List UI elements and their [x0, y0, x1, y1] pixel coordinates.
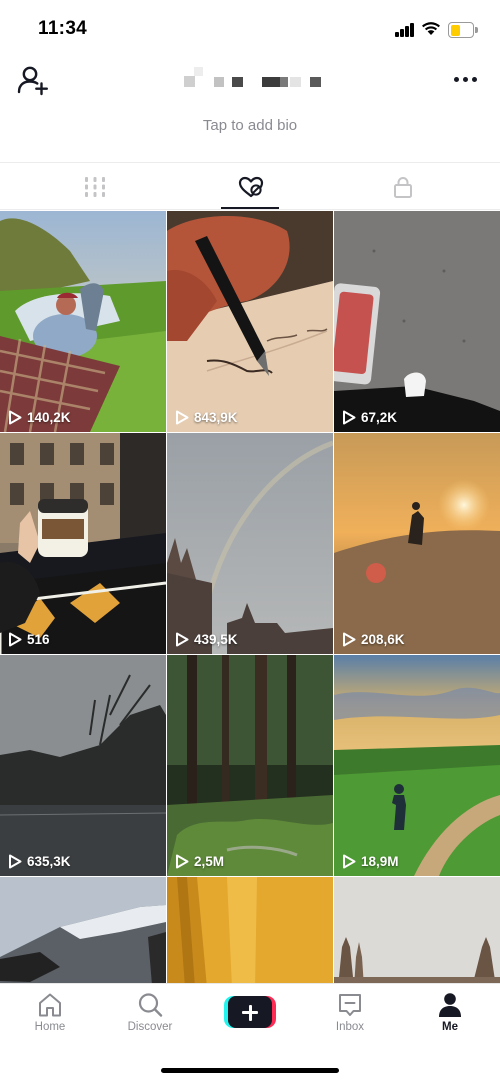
play-icon: [343, 854, 356, 868]
add-bio-link[interactable]: Tap to add bio: [0, 117, 500, 134]
video-thumbnail[interactable]: 843,9K: [167, 211, 333, 432]
video-thumbnail-image: [167, 877, 333, 983]
more-options-button[interactable]: [452, 70, 480, 88]
play-icon: [176, 632, 189, 646]
video-thumbnail[interactable]: 208,6K: [334, 433, 500, 654]
view-count-label: 2,5M: [194, 853, 225, 869]
play-icon: [9, 854, 22, 868]
video-thumbnail[interactable]: 2,5M: [167, 655, 333, 876]
nav-discover[interactable]: Discover: [100, 992, 200, 1044]
view-count: 516: [8, 631, 50, 647]
video-thumbnail-image: [0, 211, 166, 432]
home-indicator: [161, 1068, 339, 1073]
nav-home[interactable]: Home: [0, 992, 100, 1044]
play-icon: [9, 632, 22, 646]
cellular-signal-icon: [395, 23, 415, 37]
video-thumbnail-image: [334, 655, 500, 876]
video-thumbnail[interactable]: [0, 877, 166, 983]
play-icon: [343, 632, 356, 646]
video-thumbnail[interactable]: [334, 877, 500, 983]
tab-videos[interactable]: [0, 163, 166, 210]
liked-videos-grid: 140,2K 843,9K 67,2K 516 439,5K 208,6K 63…: [0, 211, 500, 983]
view-count-label: 67,2K: [361, 409, 398, 425]
create-video-button[interactable]: [224, 996, 276, 1028]
view-count: 843,9K: [175, 409, 238, 425]
lock-icon: [394, 177, 412, 198]
liked-heart-icon: [238, 176, 264, 198]
video-thumbnail-image: [167, 655, 333, 876]
view-count-label: 140,2K: [27, 409, 71, 425]
nav-me[interactable]: Me: [400, 992, 500, 1044]
username-pixelated: [184, 67, 324, 91]
home-icon: [39, 993, 61, 1017]
nav-inbox[interactable]: Inbox: [300, 992, 400, 1044]
view-count: 439,5K: [175, 631, 238, 647]
video-thumbnail[interactable]: 67,2K: [334, 211, 500, 432]
video-thumbnail-image: [334, 433, 500, 654]
video-thumbnail-image: [167, 433, 333, 654]
view-count: 208,6K: [342, 631, 405, 647]
video-thumbnail[interactable]: 18,9M: [334, 655, 500, 876]
play-icon: [176, 854, 189, 868]
video-thumbnail[interactable]: 635,3K: [0, 655, 166, 876]
video-thumbnail[interactable]: 140,2K: [0, 211, 166, 432]
video-thumbnail-image: [0, 655, 166, 876]
view-count-label: 18,9M: [361, 853, 399, 869]
inbox-icon: [339, 994, 361, 1016]
divider: [0, 209, 500, 210]
profile-tabs: [0, 163, 500, 210]
wifi-icon: [422, 22, 440, 35]
profile-icon: [439, 993, 461, 1017]
view-count-label: 439,5K: [194, 631, 238, 647]
view-count: 635,3K: [8, 853, 71, 869]
video-thumbnail[interactable]: 516: [0, 433, 166, 654]
view-count: 2,5M: [175, 853, 224, 869]
video-thumbnail-image: [334, 211, 500, 432]
play-icon: [176, 410, 189, 424]
view-count: 67,2K: [342, 409, 397, 425]
nav-inbox-label: Inbox: [335, 1021, 365, 1033]
view-count-label: 843,9K: [194, 409, 238, 425]
grid-icon: [85, 177, 105, 197]
view-count-label: 635,3K: [27, 853, 71, 869]
video-thumbnail[interactable]: [167, 877, 333, 983]
view-count-label: 208,6K: [361, 631, 405, 647]
tab-liked[interactable]: [167, 163, 333, 210]
video-thumbnail[interactable]: 439,5K: [167, 433, 333, 654]
nav-discover-label: Discover: [127, 1021, 173, 1033]
play-icon: [9, 410, 22, 424]
status-time: 11:34: [38, 18, 88, 39]
video-thumbnail-image: [167, 211, 333, 432]
view-count: 140,2K: [8, 409, 71, 425]
tab-private[interactable]: [334, 163, 500, 210]
ellipsis-icon: [454, 77, 459, 82]
status-bar: 11:34: [0, 0, 500, 60]
play-icon: [343, 410, 356, 424]
person-add-icon: [17, 66, 48, 96]
battery-icon: [448, 22, 478, 38]
add-friend-button[interactable]: [16, 64, 50, 96]
nav-home-label: Home: [34, 1021, 66, 1033]
view-count-label: 516: [27, 631, 50, 647]
video-thumbnail-image: [0, 433, 166, 654]
view-count: 18,9M: [342, 853, 399, 869]
nav-me-label: Me: [442, 1021, 458, 1033]
search-icon: [138, 993, 163, 1017]
video-thumbnail-image: [0, 877, 166, 983]
video-thumbnail-image: [334, 877, 500, 983]
